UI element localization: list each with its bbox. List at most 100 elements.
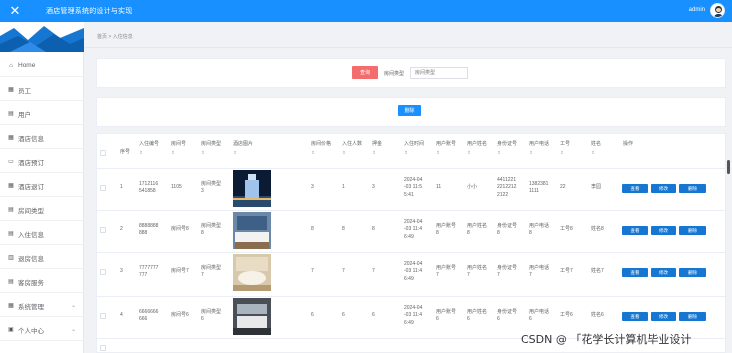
column-header[interactable]: 入住人数 ⇕ bbox=[342, 141, 362, 156]
cell-text: 5:41 bbox=[404, 191, 414, 198]
edit-button[interactable]: 修改 bbox=[651, 268, 676, 277]
column-header[interactable]: 工号 ⇕ bbox=[560, 141, 570, 156]
search-button[interactable]: 查询 bbox=[352, 66, 378, 79]
delete-button[interactable]: 删除 bbox=[679, 226, 706, 235]
column-header-label: 用户账号 bbox=[436, 141, 457, 147]
sort-icon[interactable]: ⇕ bbox=[139, 149, 159, 157]
view-button[interactable]: 查看 bbox=[622, 268, 648, 277]
scrollbar[interactable] bbox=[727, 160, 730, 174]
sort-icon[interactable]: ⇕ bbox=[311, 149, 331, 157]
table-cell: 房间类型 8 bbox=[201, 223, 221, 238]
column-header[interactable]: 入住时间 ⇕ bbox=[404, 141, 424, 156]
column-header[interactable]: 入住编号 ⇕ bbox=[139, 141, 159, 156]
sort-icon[interactable]: ⇕ bbox=[201, 149, 221, 157]
column-header[interactable]: 用户姓名 ⇕ bbox=[467, 141, 487, 156]
edit-button[interactable]: 修改 bbox=[651, 184, 676, 193]
column-header[interactable]: 房间价格 ⇕ bbox=[311, 141, 331, 156]
row-checkbox[interactable] bbox=[100, 345, 106, 351]
sidebar-item[interactable]: ▤ 用户 bbox=[0, 103, 84, 125]
view-button[interactable]: 查看 bbox=[622, 312, 648, 321]
sort-icon[interactable]: ⇕ bbox=[591, 149, 601, 157]
cell-text: 8 bbox=[311, 226, 314, 233]
table-cell: 房间号8 bbox=[171, 226, 189, 234]
column-header[interactable]: 押金 ⇕ bbox=[372, 141, 382, 156]
cell-text: -03 11:5 bbox=[404, 184, 422, 191]
sort-icon[interactable]: ⇕ bbox=[436, 149, 456, 157]
sidebar-item[interactable]: ▤ 房间类型 bbox=[0, 199, 84, 221]
batch-delete-button[interactable]: 删除 bbox=[398, 105, 421, 116]
hotel-image bbox=[233, 298, 271, 335]
sort-icon[interactable]: ⇕ bbox=[497, 149, 517, 157]
cell-text: 666 bbox=[139, 316, 148, 322]
cell-text: 工号8 bbox=[560, 226, 573, 233]
cell-text: 2212212 bbox=[497, 184, 517, 191]
sidebar-item-label: 酒店预订 bbox=[18, 159, 44, 167]
row-checkbox[interactable] bbox=[100, 269, 106, 275]
column-header[interactable]: 用户电话 ⇕ bbox=[529, 141, 549, 156]
delete-button[interactable]: 删除 bbox=[679, 184, 706, 193]
sidebar-item[interactable]: ▦ 员工 bbox=[0, 79, 84, 101]
sort-icon[interactable]: ⇕ bbox=[342, 149, 362, 157]
select-all-checkbox[interactable] bbox=[100, 150, 106, 156]
table-cell: 房间类型 7 bbox=[201, 265, 221, 280]
chart-icon: ▥ bbox=[8, 255, 14, 261]
sort-icon[interactable]: ⇕ bbox=[467, 149, 487, 157]
sidebar-item[interactable]: ▣ 个人中心 ⌄ bbox=[0, 319, 84, 341]
sidebar-item[interactable]: ▤ 入住信息 bbox=[0, 223, 84, 245]
cell-text: 7 bbox=[497, 272, 500, 278]
table-cell: 用户电话 7 bbox=[529, 265, 549, 280]
cell-text: 姓名6 bbox=[591, 312, 604, 319]
cell-text: 2024-04 bbox=[404, 260, 423, 267]
avatar[interactable] bbox=[710, 3, 725, 18]
sort-icon[interactable]: ⇕ bbox=[560, 149, 570, 157]
cell-text: 7 bbox=[372, 268, 375, 275]
cell-text: 李园 bbox=[591, 184, 602, 191]
sidebar-item[interactable]: ▦ 酒店信息 bbox=[0, 127, 84, 149]
sort-icon[interactable]: ⇕ bbox=[529, 149, 549, 157]
delete-button[interactable]: 删除 bbox=[679, 312, 706, 321]
row-checkbox[interactable] bbox=[100, 313, 106, 319]
cell-text: 2024-04 bbox=[404, 218, 423, 225]
sort-icon[interactable]: ⇕ bbox=[233, 149, 253, 157]
column-header[interactable]: 姓名 ⇕ bbox=[591, 141, 601, 156]
column-header[interactable]: 房间号 ⇕ bbox=[171, 141, 186, 156]
cell-text: 6 bbox=[201, 316, 204, 322]
sort-icon[interactable]: ⇕ bbox=[404, 149, 424, 157]
table-cell: 2024-04 -03 11:5 5:41 bbox=[404, 177, 422, 200]
table-cell: 用户账号 7 bbox=[436, 265, 456, 280]
sidebar-item[interactable]: ▥ 退房信息 bbox=[0, 247, 84, 269]
view-button[interactable]: 查看 bbox=[622, 184, 648, 193]
sort-icon[interactable]: ⇕ bbox=[372, 149, 382, 157]
cell-text: 777 bbox=[139, 272, 148, 278]
row-checkbox[interactable] bbox=[100, 227, 106, 233]
edit-button[interactable]: 修改 bbox=[651, 312, 676, 321]
column-header[interactable]: 身份证号 ⇕ bbox=[497, 141, 517, 156]
row-checkbox[interactable] bbox=[100, 185, 106, 191]
column-header-label: 押金 bbox=[372, 141, 383, 147]
edit-button[interactable]: 修改 bbox=[651, 226, 676, 235]
sort-icon[interactable]: ⇕ bbox=[171, 149, 186, 157]
cell-text: 7 bbox=[467, 272, 470, 278]
table-cell: 6666666 666 bbox=[139, 309, 158, 324]
table-cell: 3 bbox=[311, 184, 314, 192]
column-header[interactable]: 用户账号 ⇕ bbox=[436, 141, 456, 156]
sidebar-item[interactable]: ▤ 客房服务 bbox=[0, 271, 84, 293]
cell-text: 8 bbox=[497, 230, 500, 236]
close-icon[interactable]: ✕ bbox=[0, 3, 30, 19]
column-header[interactable]: 酒店图片 ⇕ bbox=[233, 141, 253, 156]
column-header: 操作 bbox=[623, 141, 633, 149]
delete-button[interactable]: 删除 bbox=[679, 268, 706, 277]
table-cell: 6 bbox=[311, 312, 314, 320]
cell-text: 7 bbox=[342, 268, 345, 275]
cell-text: 6 bbox=[467, 316, 470, 322]
sidebar-item[interactable]: ▦ 系统管理 ⌄ bbox=[0, 295, 84, 317]
column-header[interactable]: 房间类型 ⇕ bbox=[201, 141, 221, 156]
sidebar-item-label: 房间类型 bbox=[18, 207, 44, 215]
sidebar-item[interactable]: ⌂ Home bbox=[0, 55, 84, 77]
sidebar-item[interactable]: ▭ 酒店预订 bbox=[0, 151, 84, 173]
table-cell: 7 bbox=[342, 268, 345, 276]
sidebar-item[interactable]: ▦ 酒店退订 bbox=[0, 175, 84, 197]
view-button[interactable]: 查看 bbox=[622, 226, 648, 235]
room-type-input[interactable] bbox=[410, 67, 468, 79]
user-name[interactable]: admin bbox=[689, 7, 705, 13]
